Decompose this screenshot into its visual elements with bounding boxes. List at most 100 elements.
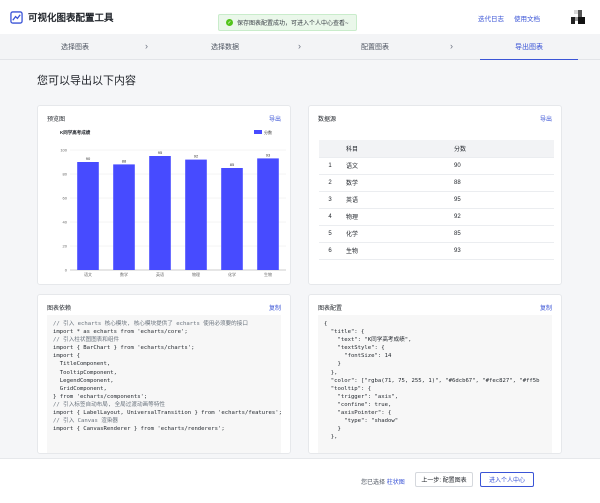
enter-personal-center-button[interactable]: 进入个人中心 bbox=[480, 472, 534, 487]
table-cell: 95 bbox=[449, 190, 554, 208]
x-tick-label: 英语 bbox=[156, 271, 164, 277]
code-line: TooltipComponent, bbox=[53, 369, 117, 376]
code-line: "trigger": "axis", bbox=[324, 393, 399, 400]
x-tick-label: 数学 bbox=[120, 271, 128, 277]
chevron-right-icon: › bbox=[450, 41, 453, 51]
datasource-card: 数据源 导出 科目 分数 1 语文 90 2 数学 88 3 英语 95 4 物理 92 5 化学 85 6 生… bbox=[308, 105, 562, 285]
card-title: 图表依赖 bbox=[47, 306, 72, 312]
y-tick-label: 80 bbox=[63, 172, 68, 177]
step-export-chart[interactable]: 导出图表 bbox=[480, 34, 578, 60]
card-title: 图表配置 bbox=[318, 306, 343, 312]
table-row: 1 语文 90 bbox=[319, 156, 554, 174]
bar bbox=[221, 168, 243, 270]
code-line: import * as echarts from 'echarts/core'; bbox=[53, 329, 188, 336]
y-tick-label: 60 bbox=[63, 196, 68, 201]
table-cell: 英语 bbox=[341, 190, 449, 208]
previous-step-button[interactable]: 上一步: 配置图表 bbox=[415, 472, 473, 487]
table-cell: 数学 bbox=[341, 173, 449, 191]
code-line: }, bbox=[324, 369, 338, 376]
table-cell: 3 bbox=[319, 190, 341, 208]
code-line: }, bbox=[324, 434, 338, 441]
code-line: } bbox=[324, 361, 341, 368]
changelog-link[interactable]: 迭代日志 bbox=[478, 13, 504, 23]
data-label: 90 bbox=[86, 156, 91, 161]
table-cell: 6 bbox=[319, 241, 341, 260]
export-button[interactable]: 导出 bbox=[540, 114, 552, 123]
code-line: import { LabelLayout, UniversalTransitio… bbox=[53, 410, 281, 417]
footer-bar: 您已选择 柱状图 上一步: 配置图表 进入个人中心 bbox=[0, 458, 600, 503]
code-line: // 引入 echarts 核心模块, 核心模块提供了 echarts 使用必须… bbox=[53, 321, 248, 327]
card-title: 预览图 bbox=[47, 117, 66, 123]
page-title: 您可以导出以下内容 bbox=[37, 75, 136, 87]
column-header: 分数 bbox=[449, 140, 554, 157]
config-card: 图表配置 复制 { "title": { "text": "K同学高考成绩", … bbox=[308, 294, 562, 454]
column-header bbox=[319, 140, 341, 157]
data-label: 93 bbox=[266, 152, 271, 157]
table-cell: 92 bbox=[449, 207, 554, 225]
docs-link[interactable]: 使用文档 bbox=[514, 13, 540, 23]
selection-summary: 您已选择 柱状图 bbox=[361, 477, 405, 486]
table-cell: 2 bbox=[319, 173, 341, 191]
code-line: } bbox=[324, 426, 341, 433]
data-label: 85 bbox=[230, 162, 235, 167]
code-line: // 引入标签自动布局, 全局过渡动画等特性 bbox=[53, 401, 165, 408]
code-line: GridComponent, bbox=[53, 385, 107, 392]
code-line: { bbox=[324, 321, 328, 327]
legend-label: 分数 bbox=[264, 129, 272, 135]
code-line: // 引入柱状图图表和组件 bbox=[53, 337, 120, 344]
bar bbox=[149, 156, 171, 270]
code-block[interactable]: // 引入 echarts 核心模块, 核心模块提供了 echarts 使用必须… bbox=[47, 315, 281, 453]
copy-button[interactable]: 复制 bbox=[269, 303, 281, 312]
y-tick-label: 0 bbox=[65, 268, 68, 273]
code-line: import { BarChart } from 'echarts/charts… bbox=[53, 345, 195, 352]
bar-chart: K同学高考成绩 分数 0 20 40 60 80 100 90 语文 88 数学 95 英语 92 物理… bbox=[60, 129, 286, 277]
avatar[interactable] bbox=[571, 10, 585, 24]
table-cell: 88 bbox=[449, 173, 554, 191]
code-line: import { bbox=[53, 353, 80, 360]
code-line: "confine": true, bbox=[324, 401, 392, 408]
step-select-data[interactable]: 选择数据 bbox=[150, 34, 300, 60]
y-tick-label: 100 bbox=[60, 148, 67, 153]
bar bbox=[185, 159, 207, 270]
app-title: 可视化图表配置工具 bbox=[28, 13, 114, 24]
table-cell: 4 bbox=[319, 207, 341, 225]
data-table: 科目 分数 1 语文 90 2 数学 88 3 英语 95 4 物理 92 5 化学 85 6 生物 93 bbox=[319, 140, 554, 260]
step-bar: 选择图表 › 选择数据 › 配置图表 › 导出图表 bbox=[0, 34, 600, 60]
code-line: "title": { bbox=[324, 329, 365, 336]
chart-logo-icon bbox=[10, 10, 23, 24]
copy-button[interactable]: 复制 bbox=[540, 303, 552, 312]
export-button[interactable]: 导出 bbox=[269, 114, 281, 123]
x-tick-label: 生物 bbox=[264, 271, 272, 277]
x-tick-label: 语文 bbox=[84, 271, 92, 277]
code-line: "text": "K同学高考成绩", bbox=[324, 337, 412, 344]
bar bbox=[77, 162, 99, 270]
step-select-chart[interactable]: 选择图表 bbox=[0, 34, 150, 60]
table-cell: 85 bbox=[449, 224, 554, 242]
deps-card: 图表依赖 复制 // 引入 echarts 核心模块, 核心模块提供了 echa… bbox=[37, 294, 291, 454]
check-circle-icon: ✓ bbox=[226, 19, 233, 26]
code-line: "textStyle": { bbox=[324, 345, 385, 352]
preview-card: 预览图 导出 K同学高考成绩 分数 0 20 40 60 80 100 90 语文 88 数学 9… bbox=[37, 105, 291, 285]
code-line: LegendComponent, bbox=[53, 377, 114, 384]
selection-prefix: 您已选择 bbox=[361, 480, 386, 486]
x-tick-label: 化学 bbox=[228, 271, 236, 277]
code-block[interactable]: { "title": { "text": "K同学高考成绩", "textSty… bbox=[318, 315, 552, 453]
step-configure-chart[interactable]: 配置图表 bbox=[300, 34, 450, 60]
code-line: TitleComponent, bbox=[53, 361, 111, 368]
code-line: "tooltip": { bbox=[324, 385, 372, 392]
legend-swatch bbox=[254, 130, 262, 134]
table-header-row: 科目 分数 bbox=[319, 140, 554, 157]
code-line: "type": "shadow" bbox=[324, 418, 399, 425]
data-label: 92 bbox=[194, 154, 199, 159]
table-cell: 1 bbox=[319, 156, 341, 174]
table-cell: 化学 bbox=[341, 224, 449, 242]
logo[interactable]: 可视化图表配置工具 bbox=[10, 10, 114, 24]
code-line: "fontSize": 14 bbox=[324, 353, 392, 360]
table-row: 5 化学 85 bbox=[319, 224, 554, 242]
y-tick-label: 20 bbox=[63, 244, 68, 249]
x-tick-label: 物理 bbox=[192, 271, 200, 277]
code-line: // 引入 Canvas 渲染器 bbox=[53, 418, 119, 425]
bar bbox=[257, 158, 279, 270]
table-row: 2 数学 88 bbox=[319, 173, 554, 191]
selected-chart-type: 柱状图 bbox=[386, 480, 405, 486]
